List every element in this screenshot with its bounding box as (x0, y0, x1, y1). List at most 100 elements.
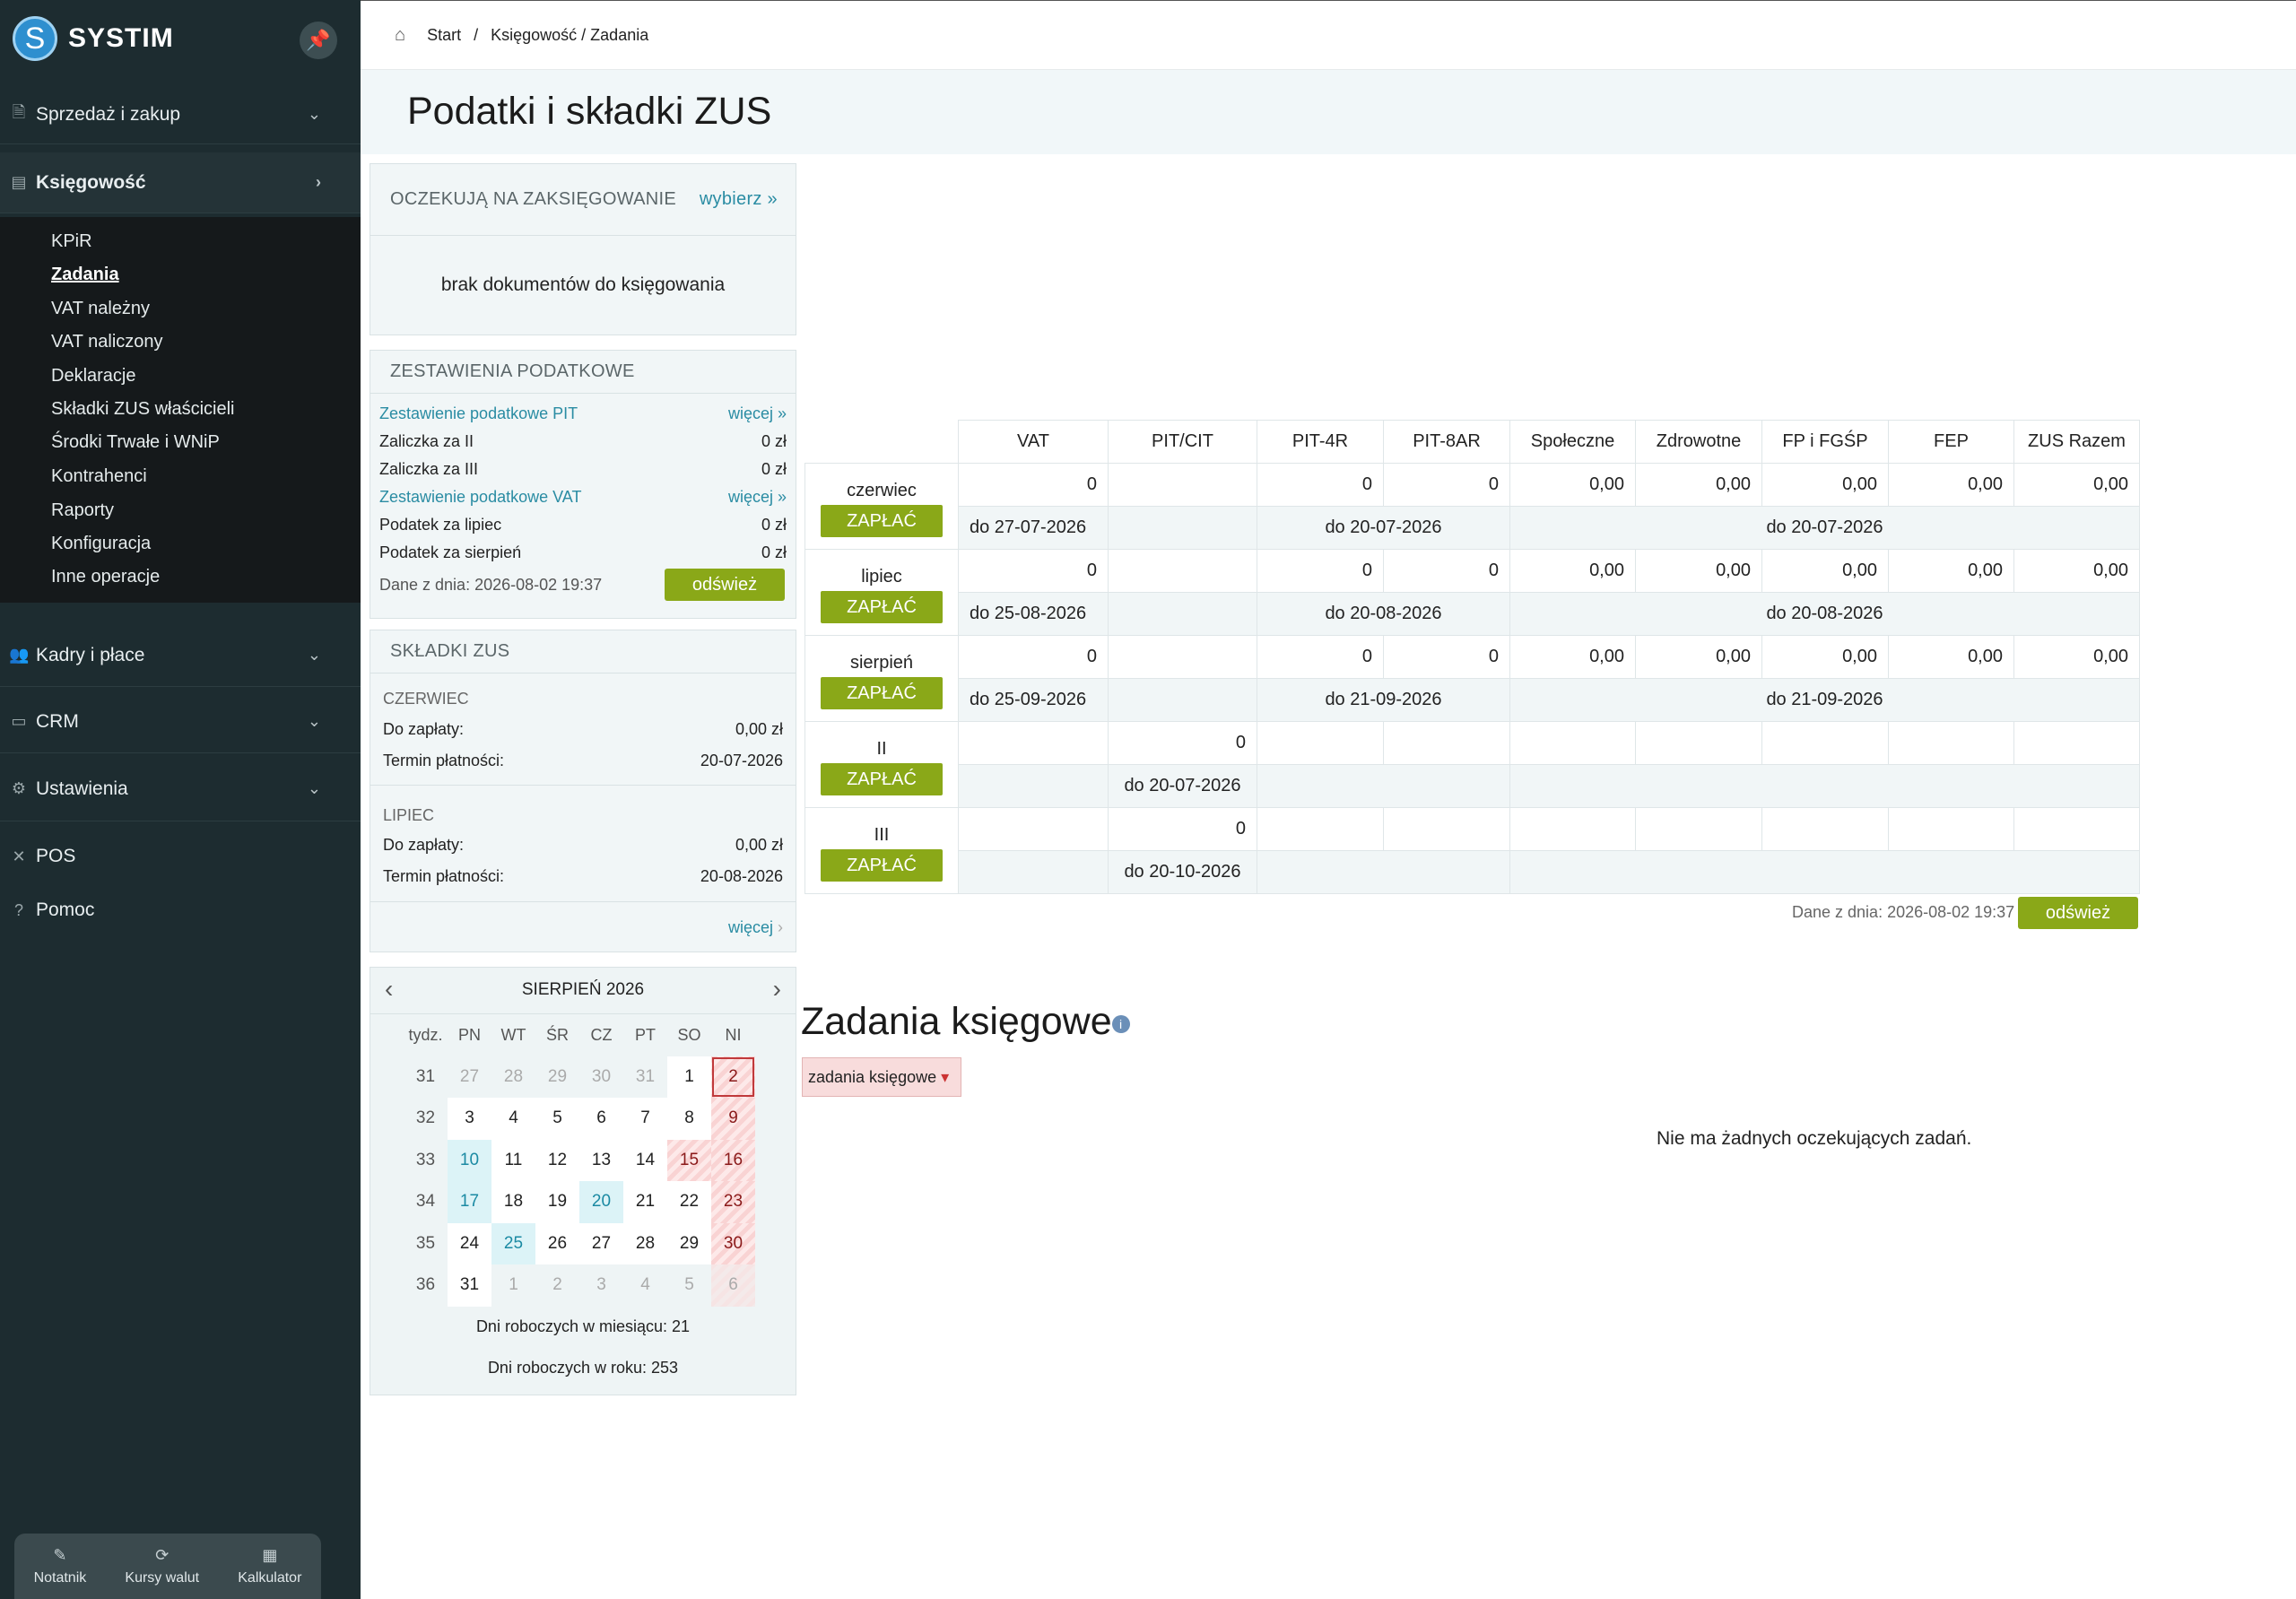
calendar-day[interactable]: 15 (667, 1139, 711, 1181)
submenu-kontrahenci[interactable]: Kontrahenci (51, 466, 147, 487)
empty-cell (1761, 721, 1889, 765)
vat-more-link[interactable]: więcej » (728, 488, 787, 507)
calendar-day[interactable]: 14 (623, 1139, 667, 1181)
period-name: czerwiec (847, 481, 917, 500)
submenu-kpir[interactable]: KPiR (51, 231, 92, 252)
calendar-day[interactable]: 30 (579, 1056, 623, 1098)
calendar-day[interactable]: 1 (491, 1264, 535, 1307)
calendar-day[interactable]: 3 (579, 1264, 623, 1307)
calendar-day[interactable]: 2 (711, 1056, 755, 1098)
chevron-down-icon: ⌄ (307, 779, 321, 797)
zus-more-link[interactable]: więcej › (728, 918, 783, 937)
calendar-day[interactable]: 2 (535, 1264, 579, 1307)
social-value: 0,00 (1509, 549, 1636, 593)
submenu-konfiguracja[interactable]: Konfiguracja (51, 534, 151, 554)
calendar-day[interactable]: 9 (711, 1098, 755, 1140)
sidebar: S SYSTIM 📌 🗎 Sprzedaż i zakup ⌄ ▤ Księgowoś… (0, 0, 361, 1599)
tax-table-refresh-button[interactable]: odśwież (2018, 897, 2138, 929)
submenu-zadania[interactable]: Zadania (51, 265, 119, 285)
pay-button[interactable]: ZAPŁAĆ (821, 505, 943, 537)
sidebar-item-settings[interactable]: ⚙ Ustawienia ⌄ (0, 757, 361, 821)
pit8ar-value: 0 (1383, 635, 1510, 679)
empty-cell (1509, 721, 1636, 765)
sidebar-item-hr[interactable]: 👥 Kadry i płace ⌄ (0, 624, 361, 687)
calendar-day[interactable]: 8 (667, 1098, 711, 1140)
sidebar-toolbar: ✎ Notatnik ⟳ Kursy walut ▦ Kalkulator (14, 1534, 321, 1599)
calendar-day[interactable]: 6 (711, 1264, 755, 1307)
calendar-day[interactable]: 13 (579, 1139, 623, 1181)
pin-icon[interactable]: 📌 (300, 22, 337, 59)
submenu-raporty[interactable]: Raporty (51, 500, 114, 521)
calculator-button[interactable]: ▦ Kalkulator (238, 1546, 301, 1586)
pay-button[interactable]: ZAPŁAĆ (821, 763, 943, 795)
advance-iii-label: Zaliczka za III (379, 460, 479, 478)
submenu-skladki-zus[interactable]: Składki ZUS właścicieli (51, 399, 235, 420)
sidebar-item-sales[interactable]: 🗎 Sprzedaż i zakup ⌄ (0, 85, 361, 144)
vat-value: 0 (958, 549, 1109, 593)
vat-deadline: do 25-09-2026 (958, 678, 1109, 722)
empty-cell (1257, 721, 1384, 765)
calendar-day[interactable]: 25 (491, 1222, 535, 1264)
calendar-day[interactable]: 17 (448, 1181, 491, 1223)
pay-button[interactable]: ZAPŁAĆ (821, 677, 943, 709)
calendar-day[interactable]: 3 (448, 1098, 491, 1140)
submenu-inne-operacje[interactable]: Inne operacje (51, 567, 160, 587)
calendar-day[interactable]: 26 (535, 1222, 579, 1264)
home-icon[interactable]: ⌂ (395, 25, 405, 46)
calendar-day[interactable]: 31 (623, 1056, 667, 1098)
calendar-day[interactable]: 11 (491, 1139, 535, 1181)
calendar-day[interactable]: 5 (667, 1264, 711, 1307)
vat-summary-link[interactable]: Zestawienie podatkowe VAT (379, 488, 581, 507)
calendar-day[interactable]: 1 (667, 1056, 711, 1098)
pending-select-link[interactable]: wybierz » (700, 189, 778, 210)
app-logo[interactable]: S SYSTIM (13, 16, 174, 61)
calendar-day[interactable]: 7 (623, 1098, 667, 1140)
notepad-button[interactable]: ✎ Notatnik (34, 1546, 87, 1586)
period-cell: lipiec ZAPŁAĆ (804, 549, 959, 636)
calendar-day[interactable]: 12 (535, 1139, 579, 1181)
sidebar-item-accounting[interactable]: ▤ Księgowość › (0, 152, 361, 213)
pay-button[interactable]: ZAPŁAĆ (821, 591, 943, 623)
calendar-day[interactable]: 23 (711, 1181, 755, 1223)
sidebar-item-label: Kadry i płace (36, 644, 145, 665)
zus-title: SKŁADKI ZUS (370, 630, 796, 673)
currency-rates-button[interactable]: ⟳ Kursy walut (125, 1546, 199, 1586)
info-icon[interactable]: i (1111, 1014, 1130, 1033)
submenu-vat-naliczony[interactable]: VAT naliczony (51, 332, 163, 352)
calendar-day[interactable]: 4 (491, 1098, 535, 1140)
breadcrumb-start[interactable]: Start (427, 26, 461, 45)
pit-more-link[interactable]: więcej » (728, 404, 787, 423)
calendar-day[interactable]: 29 (667, 1222, 711, 1264)
pay-button[interactable]: ZAPŁAĆ (821, 849, 943, 882)
submenu-vat-nalezny[interactable]: VAT należny (51, 299, 150, 319)
calendar-day[interactable]: 28 (623, 1222, 667, 1264)
tax-summary-refresh-button[interactable]: odśwież (665, 569, 785, 601)
calendar-day[interactable]: 16 (711, 1139, 755, 1181)
calendar-day[interactable]: 29 (535, 1056, 579, 1098)
sidebar-item-help[interactable]: ? Pomoc (0, 881, 361, 940)
calendar-day[interactable]: 20 (579, 1181, 623, 1223)
sidebar-item-crm[interactable]: ▭ CRM ⌄ (0, 691, 361, 753)
calendar-day[interactable]: 31 (448, 1264, 491, 1307)
task-filter-dropdown[interactable]: zadania księgowe ▾ (802, 1057, 961, 1097)
calendar-day[interactable]: 6 (579, 1098, 623, 1140)
currency-label: Kursy walut (125, 1570, 200, 1586)
calendar-day[interactable]: 10 (448, 1139, 491, 1181)
calendar-day[interactable]: 28 (491, 1056, 535, 1098)
calendar-day[interactable]: 22 (667, 1181, 711, 1223)
pit-deadline: do 20-07-2026 (1108, 764, 1257, 808)
calendar-day[interactable]: 21 (623, 1181, 667, 1223)
calendar-day[interactable]: 30 (711, 1222, 755, 1264)
calendar-day[interactable]: 4 (623, 1264, 667, 1307)
calendar-day[interactable]: 18 (491, 1181, 535, 1223)
calendar-day[interactable]: 27 (448, 1056, 491, 1098)
calendar-next-icon[interactable]: › (773, 975, 781, 1004)
calendar-day[interactable]: 27 (579, 1222, 623, 1264)
sidebar-item-pos[interactable]: ✕ POS (0, 827, 361, 886)
calendar-day[interactable]: 19 (535, 1181, 579, 1223)
pit-summary-link[interactable]: Zestawienie podatkowe PIT (379, 404, 578, 423)
calendar-day[interactable]: 24 (448, 1222, 491, 1264)
submenu-srodki-trwale[interactable]: Środki Trwałe i WNiP (51, 432, 220, 453)
calendar-day[interactable]: 5 (535, 1098, 579, 1140)
submenu-deklaracje[interactable]: Deklaracje (51, 366, 135, 387)
